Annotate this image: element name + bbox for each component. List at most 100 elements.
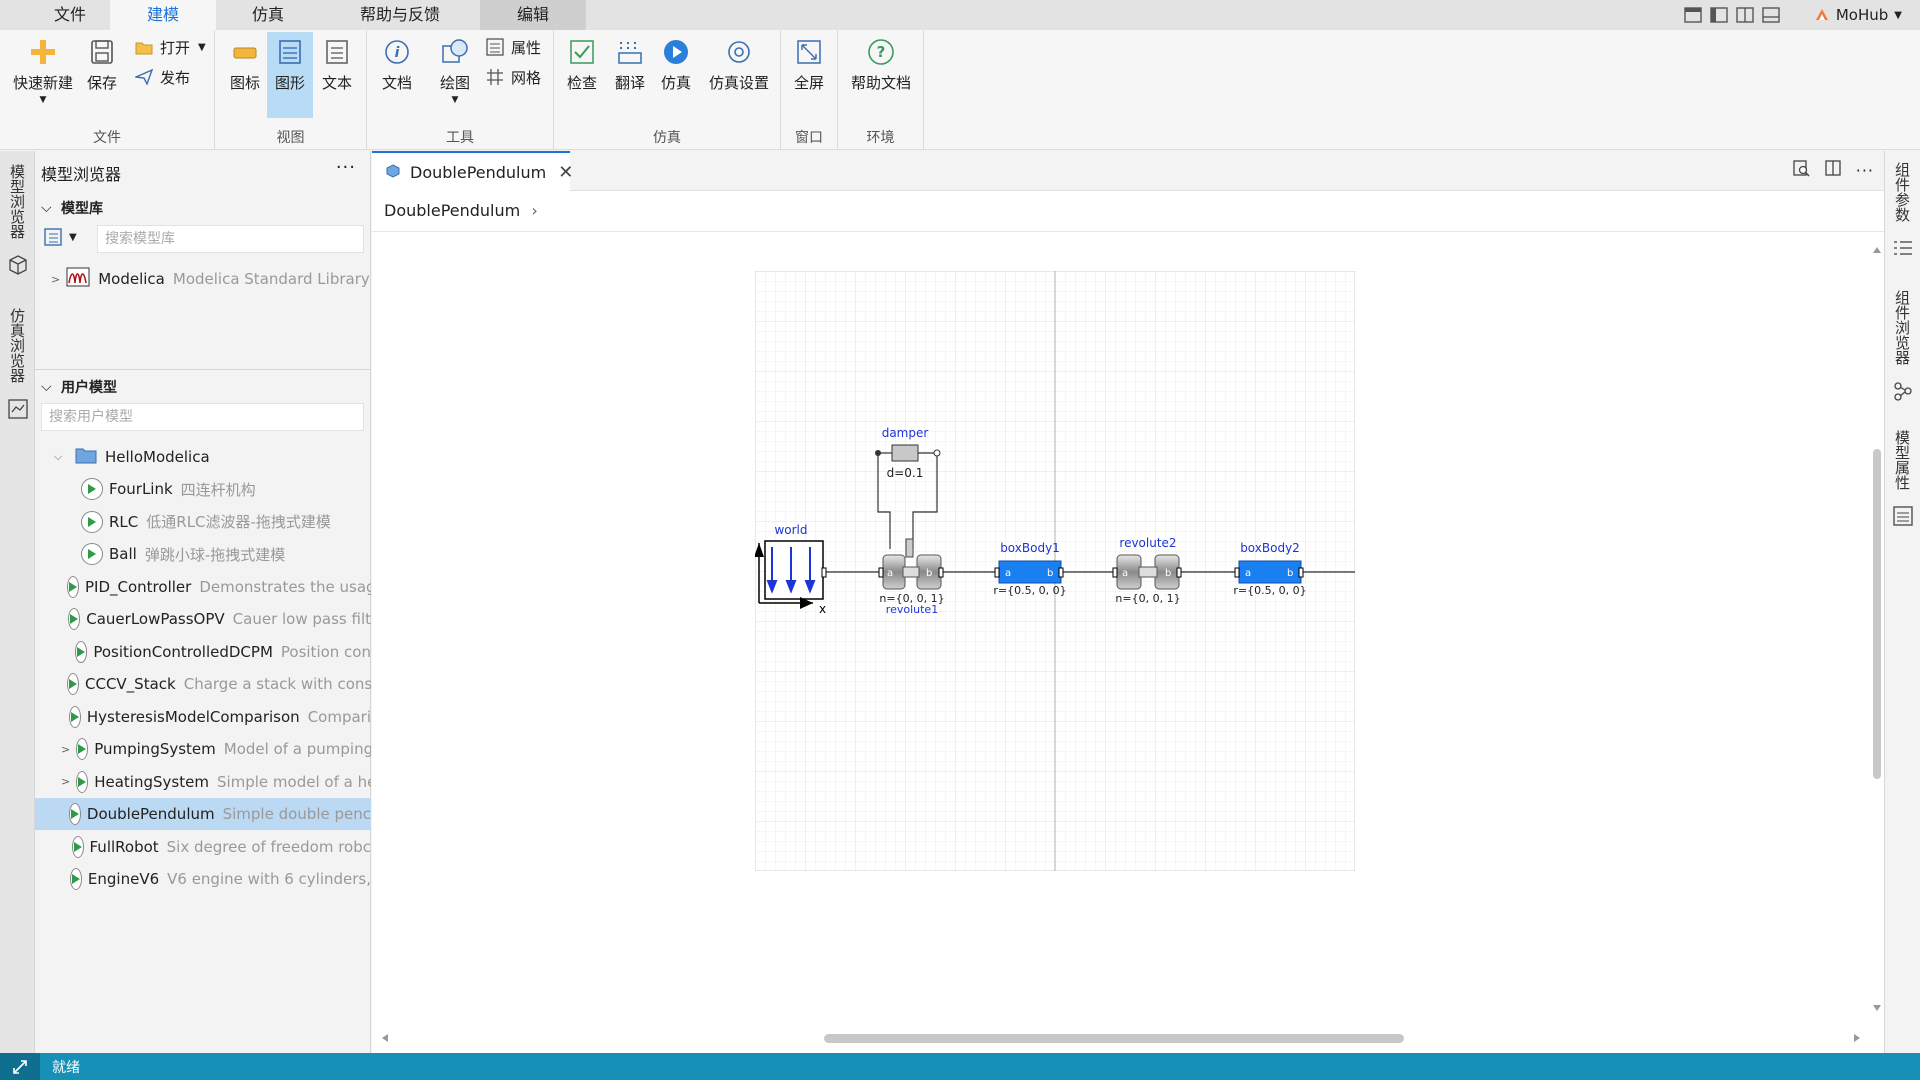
model-description: 四连杆机构: [180, 480, 256, 499]
icon-view-button[interactable]: 图标: [223, 32, 267, 118]
more-options-icon[interactable]: ···: [336, 157, 356, 178]
grid-button[interactable]: 网格: [485, 64, 541, 90]
vertical-scroll-thumb[interactable]: [1873, 449, 1881, 779]
boxbody1-port-b: b: [1047, 568, 1053, 579]
layout-bottom-icon[interactable]: [1758, 0, 1784, 30]
diagram-view-button[interactable]: 图形: [267, 32, 313, 118]
run-model-icon[interactable]: [74, 640, 88, 663]
model-item[interactable]: FullRobot Six degree of freedom robc: [35, 831, 371, 863]
chevron-right-icon[interactable]: >: [61, 775, 70, 788]
quick-new-button[interactable]: 快速新建 ▼: [8, 32, 78, 118]
fullscreen-button[interactable]: 全屏: [787, 32, 831, 118]
diagram-view-icon: [275, 36, 305, 68]
menu-tab-simulation[interactable]: 仿真: [216, 0, 320, 30]
library-search-input[interactable]: 搜索模型库: [97, 225, 364, 253]
menu-tab-file[interactable]: 文件: [30, 0, 110, 30]
component-browser-side-tab[interactable]: 组件浏览器: [1885, 291, 1920, 366]
doc-button[interactable]: i 文档: [375, 32, 419, 118]
breadcrumb[interactable]: DoublePendulum ›: [384, 201, 538, 220]
simulate-button[interactable]: 仿真: [654, 32, 698, 118]
run-model-icon[interactable]: [81, 543, 103, 565]
menu-tab-modeling[interactable]: 建模: [110, 0, 216, 30]
model-item[interactable]: > HeatingSystem Simple model of a hea: [35, 766, 371, 798]
save-button[interactable]: 保存: [82, 32, 122, 118]
revolute2-component[interactable]: revolute2 a b n={0, 0, 1}: [1112, 536, 1182, 605]
package-hellomodelica[interactable]: ⌵ HelloModelica: [35, 441, 371, 473]
model-browser-side-tab[interactable]: 模型浏览器: [0, 165, 35, 240]
model-item[interactable]: HysteresisModelComparison Compari: [35, 701, 371, 733]
list-icon[interactable]: [1893, 239, 1913, 261]
draw-button[interactable]: 绘图 ▼: [433, 32, 477, 118]
search-doc-icon[interactable]: [1792, 159, 1810, 181]
model-item[interactable]: FourLink 四连杆机构: [35, 473, 371, 505]
model-props-icon[interactable]: [1893, 506, 1913, 530]
run-model-icon[interactable]: [68, 705, 81, 728]
editor-tab-bar: DoublePendulum ✕ ···: [372, 151, 1884, 191]
check-button[interactable]: 检查: [560, 32, 604, 118]
cube-icon[interactable]: [8, 254, 28, 280]
help-doc-button[interactable]: ? 帮助文档: [844, 32, 918, 118]
sim-settings-button[interactable]: 仿真设置: [702, 32, 776, 118]
chart-icon[interactable]: [8, 399, 28, 423]
layout-full-icon[interactable]: [1680, 0, 1706, 30]
layout-split-icon[interactable]: [1732, 0, 1758, 30]
split-view-icon[interactable]: [1824, 159, 1842, 181]
model-item[interactable]: PositionControlledDCPM Position con: [35, 636, 371, 668]
run-model-icon[interactable]: [76, 738, 89, 760]
translate-button[interactable]: 翻译: [608, 32, 652, 118]
run-model-icon[interactable]: [81, 510, 103, 533]
model-item[interactable]: PID_Controller Demonstrates the usag: [35, 571, 371, 603]
properties-button[interactable]: 属性: [485, 34, 541, 60]
library-view-dropdown[interactable]: ▼: [43, 227, 77, 247]
run-model-icon[interactable]: [76, 770, 89, 793]
more-options-icon[interactable]: ···: [1856, 161, 1874, 180]
model-item[interactable]: CCCV_Stack Charge a stack with const: [35, 668, 371, 700]
model-item[interactable]: DoublePendulum Simple double penc: [35, 798, 371, 830]
diagram-canvas[interactable]: world y x damper d=0.1 a b n={0, 0, 1}: [755, 271, 1355, 871]
model-props-side-tab[interactable]: 模型属性: [1885, 431, 1920, 491]
run-model-icon[interactable]: [69, 868, 82, 890]
scroll-up-icon[interactable]: [1873, 247, 1881, 253]
library-item-modelica[interactable]: > Modelica Modelica Standard Library - V: [35, 263, 371, 295]
open-button[interactable]: 打开 ▼: [134, 34, 206, 60]
remote-connection-icon[interactable]: [0, 1053, 40, 1080]
plus-icon: [28, 36, 58, 68]
layout-left-icon[interactable]: [1706, 0, 1732, 30]
run-model-icon[interactable]: [68, 803, 81, 825]
boxbody1-component[interactable]: boxBody1 a b r={0.5, 0, 0}: [993, 541, 1066, 597]
model-item[interactable]: EngineV6 V6 engine with 6 cylinders,: [35, 863, 371, 895]
model-item[interactable]: Ball 弹跳小球-拖拽式建模: [35, 538, 371, 570]
run-model-icon[interactable]: [67, 575, 79, 598]
user-models-section-header[interactable]: ⌵ 用户模型: [41, 377, 117, 397]
run-model-icon[interactable]: [81, 478, 103, 500]
publish-button[interactable]: 发布: [134, 64, 190, 90]
library-section-header[interactable]: ⌵ 模型库: [41, 198, 103, 218]
run-model-icon[interactable]: [67, 673, 79, 695]
component-params-side-tab[interactable]: 组件参数: [1885, 163, 1920, 223]
scroll-right-icon[interactable]: [1854, 1034, 1860, 1042]
menu-tab-edit[interactable]: 编辑: [480, 0, 586, 30]
model-item[interactable]: RLC 低通RLC滤波器-拖拽式建模: [35, 506, 371, 538]
vertical-scrollbar[interactable]: [1870, 239, 1884, 1021]
scroll-down-icon[interactable]: [1873, 1005, 1881, 1011]
chevron-right-icon[interactable]: >: [61, 743, 70, 756]
close-tab-icon[interactable]: ✕: [558, 162, 573, 183]
dropdown-arrow-icon: ▼: [198, 41, 206, 53]
ribbon-group-window: 全屏 窗口: [781, 30, 838, 150]
model-item[interactable]: > PumpingSystem Model of a pumping: [35, 733, 371, 765]
tab-doublependulum[interactable]: DoublePendulum ✕: [372, 151, 573, 191]
user-menu[interactable]: MoHub ▼: [1814, 6, 1902, 24]
model-name: FullRobot: [89, 837, 159, 856]
component-tree-icon[interactable]: [1893, 381, 1913, 405]
boxbody2-component[interactable]: boxBody2 a b r={0.5, 0, 0}: [1233, 541, 1306, 597]
run-model-icon[interactable]: [71, 835, 84, 858]
horizontal-scrollbar[interactable]: [372, 1023, 1870, 1053]
run-model-icon[interactable]: [68, 608, 81, 630]
horizontal-scroll-thumb[interactable]: [824, 1034, 1404, 1043]
user-models-search-input[interactable]: 搜索用户模型: [41, 403, 364, 431]
scroll-left-icon[interactable]: [382, 1034, 388, 1042]
model-item[interactable]: CauerLowPassOPV Cauer low pass filt: [35, 603, 371, 635]
text-view-button[interactable]: 文本: [315, 32, 359, 118]
sim-browser-side-tab[interactable]: 仿真浏览器: [0, 309, 35, 384]
menu-tab-help-feedback[interactable]: 帮助与反馈: [320, 0, 480, 30]
